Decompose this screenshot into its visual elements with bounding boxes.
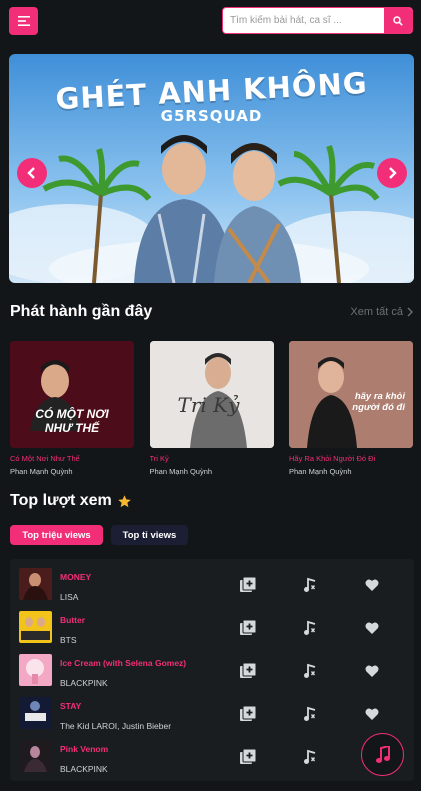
song-artist: BLACKPINK — [60, 678, 108, 688]
heart-icon — [365, 622, 379, 634]
music-player-button[interactable] — [361, 733, 404, 776]
play-button[interactable] — [301, 662, 319, 680]
song-title: MONEY — [60, 572, 92, 582]
album-card[interactable]: CÓ MỘT NƠI NHƯ THẾ Có Một Nơi Như Thế Ph… — [10, 341, 134, 476]
album-title: Có Một Nơi Như Thế — [10, 454, 80, 463]
chevron-right-icon — [389, 167, 397, 179]
search-input[interactable] — [223, 8, 384, 33]
favorite-button[interactable] — [363, 705, 381, 723]
add-to-playlist-button[interactable] — [239, 619, 257, 637]
playlist-add-icon — [240, 663, 256, 678]
album-card[interactable]: Tri Kỷ Tri Kỷ Phan Mạnh Quỳnh — [149, 341, 274, 476]
song-thumbnail — [19, 611, 52, 643]
search-bar — [222, 7, 413, 34]
favorite-button[interactable] — [363, 662, 381, 680]
song-title: Ice Cream (with Selena Gomez) — [60, 658, 187, 668]
album-artist: Phan Mạnh Quỳnh — [149, 467, 213, 476]
playlist-add-icon — [240, 620, 256, 635]
album-artist: Phan Mạnh Quỳnh — [289, 467, 352, 476]
see-all-link[interactable]: Xem tất cả — [350, 306, 413, 318]
album-title: Tri Kỷ — [149, 454, 169, 463]
heart-icon — [365, 665, 379, 677]
play-button[interactable] — [301, 705, 319, 723]
album-cover-text: hãy ra khỏi người đó đi — [352, 391, 405, 413]
album-cover-text: CÓ MỘT NƠI NHƯ THẾ — [35, 407, 109, 435]
play-button[interactable] — [301, 576, 319, 594]
playlist-add-icon — [240, 749, 256, 764]
song-artist: BLACKPINK — [60, 764, 108, 774]
recent-title: Phát hành gần đây — [10, 303, 153, 320]
chevron-right-icon — [407, 307, 413, 317]
song-row[interactable]: Ice Cream (with Selena Gomez) BLACKPINK — [10, 645, 414, 688]
song-artist: BTS — [60, 635, 77, 645]
playlist-add-icon — [240, 577, 256, 592]
song-title: Pink Venom — [60, 744, 109, 754]
add-to-playlist-button[interactable] — [239, 576, 257, 594]
add-to-playlist-button[interactable] — [239, 748, 257, 766]
music-note-icon — [304, 749, 316, 764]
add-to-playlist-button[interactable] — [239, 662, 257, 680]
menu-button[interactable] — [9, 7, 38, 35]
banner-subtitle: G5RSQUAD — [160, 107, 263, 125]
top-title: Top lượt xem — [10, 492, 112, 509]
music-note-icon — [304, 620, 316, 635]
song-list: MONEY LISA Butter BTS Ice Cream (with Se… — [10, 559, 414, 781]
recent-header: Phát hành gần đây Xem tất cả — [10, 303, 413, 321]
song-thumbnail — [19, 740, 52, 772]
album-cover-text: Tri Kỷ — [177, 393, 240, 417]
song-row[interactable]: Pink Venom BLACKPINK — [10, 731, 414, 774]
song-title: Butter — [60, 615, 86, 625]
search-button[interactable] — [384, 8, 412, 33]
album-title: Hãy Ra Khỏi Người Đó Đi — [289, 454, 376, 463]
banner-next-button[interactable] — [377, 158, 407, 188]
top-tabs: Top triệu views Top tỉ views — [10, 525, 188, 545]
music-note-icon — [304, 706, 316, 721]
heart-icon — [365, 708, 379, 720]
add-to-playlist-button[interactable] — [239, 705, 257, 723]
song-thumbnail — [19, 654, 52, 686]
playlist-add-icon — [240, 706, 256, 721]
tab-top-billion[interactable]: Top tỉ views — [111, 525, 188, 545]
music-note-icon — [375, 745, 390, 763]
play-button[interactable] — [301, 619, 319, 637]
search-icon — [393, 15, 403, 26]
album-cover: Tri Kỷ — [149, 341, 274, 448]
banner-prev-button[interactable] — [17, 158, 47, 188]
top-bar — [0, 0, 421, 44]
song-row[interactable]: Butter BTS — [10, 602, 414, 645]
play-button[interactable] — [301, 748, 319, 766]
song-title: STAY — [60, 701, 82, 711]
album-list: CÓ MỘT NƠI NHƯ THẾ Có Một Nơi Như Thế Ph… — [10, 341, 413, 476]
song-thumbnail — [19, 568, 52, 600]
music-note-icon — [304, 577, 316, 592]
star-icon — [118, 494, 131, 507]
album-cover: hãy ra khỏi người đó đi — [289, 341, 413, 448]
chevron-left-icon — [27, 167, 35, 179]
song-artist: LISA — [60, 592, 79, 602]
top-header: Top lượt xem — [10, 492, 413, 510]
song-thumbnail — [19, 697, 52, 729]
album-card[interactable]: hãy ra khỏi người đó đi Hãy Ra Khỏi Ngườ… — [289, 341, 413, 476]
song-row[interactable]: MONEY LISA — [10, 559, 414, 602]
favorite-button[interactable] — [363, 576, 381, 594]
favorite-button[interactable] — [363, 619, 381, 637]
song-artist: The Kid LAROI, Justin Bieber — [60, 721, 172, 731]
album-artist: Phan Mạnh Quỳnh — [10, 467, 73, 476]
tab-top-million[interactable]: Top triệu views — [10, 525, 103, 545]
heart-icon — [365, 579, 379, 591]
album-cover: CÓ MỘT NƠI NHƯ THẾ — [10, 341, 134, 448]
menu-icon — [17, 16, 30, 26]
see-all-label: Xem tất cả — [350, 306, 403, 318]
music-note-icon — [304, 663, 316, 678]
song-row[interactable]: STAY The Kid LAROI, Justin Bieber — [10, 688, 414, 731]
featured-banner[interactable]: GHÉT ANH KHÔNG G5RSQUAD — [9, 54, 414, 283]
